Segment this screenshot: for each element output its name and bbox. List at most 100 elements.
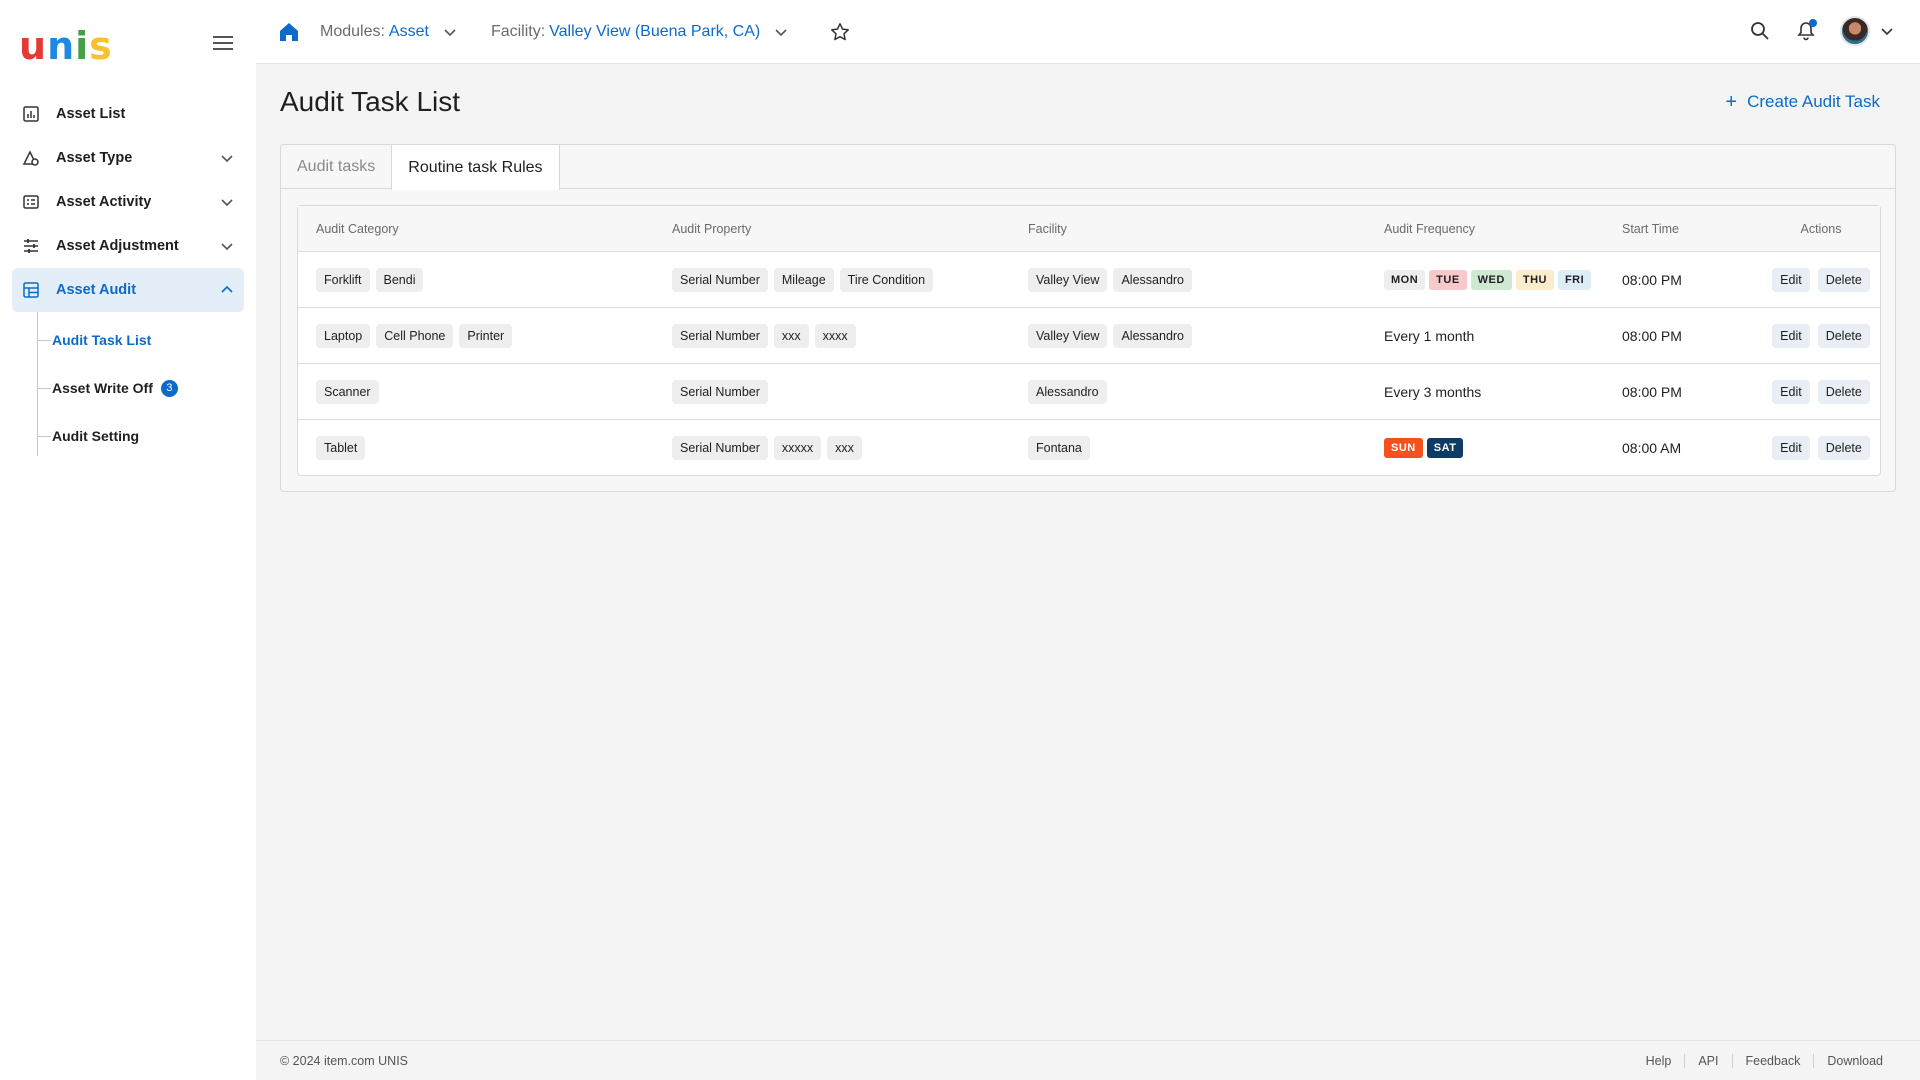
- chevron-up-icon[interactable]: [220, 283, 234, 297]
- facility-chip: Alessandro: [1113, 267, 1193, 292]
- edit-button[interactable]: Edit: [1772, 379, 1810, 404]
- home-icon[interactable]: [278, 21, 300, 43]
- facility-selector[interactable]: Facility: Valley View (Buena Park, CA): [491, 23, 788, 41]
- modules-selector[interactable]: Modules: Asset: [320, 23, 457, 41]
- actions-cell: Edit Delete: [1762, 267, 1880, 292]
- sidebar-item-label: Asset Audit: [56, 282, 137, 298]
- category-chip: Scanner: [316, 379, 379, 404]
- create-audit-task-button[interactable]: + Create Audit Task: [1725, 92, 1880, 112]
- property-chip: xxxx: [814, 323, 856, 348]
- sidebar-subitem-label: Audit Task List: [52, 332, 152, 348]
- logo-letter: i: [75, 24, 90, 68]
- content-panel: Audit tasks Routine task Rules Audit Cat…: [280, 144, 1896, 492]
- tab-audit-tasks[interactable]: Audit tasks: [281, 145, 391, 189]
- start-time: 08:00 AM: [1622, 439, 1682, 456]
- frequency-text: Every 3 months: [1384, 383, 1482, 400]
- category-chip: Bendi: [375, 267, 424, 292]
- property-chip: Serial Number: [672, 379, 768, 404]
- delete-button[interactable]: Delete: [1817, 379, 1870, 404]
- table-cell: Tablet: [298, 435, 654, 460]
- logo-letter: n: [47, 24, 76, 68]
- sidebar-item-asset-type[interactable]: Asset Type: [12, 136, 244, 180]
- unis-logo[interactable]: unis: [19, 26, 113, 66]
- footer-link-help[interactable]: Help: [1633, 1054, 1685, 1068]
- plus-icon: +: [1725, 91, 1738, 113]
- edit-button[interactable]: Edit: [1772, 323, 1810, 348]
- weekday-tag: TUE: [1429, 269, 1467, 290]
- footer-link-api[interactable]: API: [1684, 1053, 1731, 1068]
- table-cell: Scanner: [298, 379, 654, 404]
- sidebar-item-label: Asset Type: [56, 150, 133, 166]
- logo-letter: s: [89, 24, 113, 68]
- frequency-text: Every 1 month: [1384, 327, 1475, 344]
- sidebar-subitem-audit-task-list[interactable]: Audit Task List: [26, 316, 244, 364]
- frequency-cell: Every 3 months: [1366, 384, 1622, 400]
- property-chip: Serial Number: [672, 323, 768, 348]
- sidebar-subitem-audit-setting[interactable]: Audit Setting: [26, 412, 244, 460]
- sidebar-item-label: Asset Adjustment: [56, 238, 179, 254]
- table-cell: Fontana: [1010, 435, 1366, 460]
- modules-value: Asset: [388, 22, 429, 40]
- top-bar: Modules: Asset Facility: Valley View (Bu…: [256, 0, 1920, 64]
- start-time: 08:00 PM: [1622, 383, 1682, 400]
- facility-chip: Alessandro: [1028, 379, 1107, 404]
- table-cell: Serial Number xxxxx xxx: [654, 435, 1010, 460]
- sidebar: unis Asset List Asset Type Asset Activit…: [0, 0, 256, 1080]
- weekday-tag: WED: [1470, 269, 1512, 290]
- footer-link-feedback[interactable]: Feedback: [1731, 1053, 1814, 1068]
- edit-button[interactable]: Edit: [1772, 435, 1810, 460]
- sidebar-subitem-label: Audit Setting: [52, 428, 140, 444]
- edit-button[interactable]: Edit: [1772, 267, 1810, 292]
- footer-links: Help API Feedback Download: [1633, 1053, 1896, 1068]
- delete-button[interactable]: Delete: [1817, 323, 1870, 348]
- property-chip: xxxxx: [773, 435, 822, 460]
- copyright-text: © 2024 item.com UNIS: [280, 1053, 409, 1068]
- facility-chip: Valley View: [1028, 267, 1108, 292]
- table-cell: Serial Number: [654, 379, 1010, 404]
- chevron-down-icon[interactable]: [220, 151, 234, 165]
- notification-bell[interactable]: [1796, 19, 1817, 41]
- star-icon[interactable]: [830, 22, 850, 42]
- category-chip: Cell Phone: [376, 323, 454, 348]
- table-header: Audit Category Audit Property Facility A…: [298, 206, 1880, 252]
- sidebar-item-asset-audit[interactable]: Asset Audit: [12, 268, 244, 312]
- sidebar-item-asset-adjustment[interactable]: Asset Adjustment: [12, 224, 244, 268]
- actions-cell: Edit Delete: [1762, 323, 1880, 348]
- column-header: Audit Category: [316, 221, 399, 236]
- footer-link-download[interactable]: Download: [1813, 1053, 1896, 1068]
- routine-rules-table: Audit Category Audit Property Facility A…: [297, 205, 1881, 476]
- weekday-tag: SAT: [1426, 437, 1464, 458]
- tab-bar: Audit tasks Routine task Rules: [281, 145, 1895, 190]
- table-cell: Alessandro: [1010, 379, 1366, 404]
- column-header: Actions: [1800, 221, 1842, 236]
- search-icon[interactable]: [1750, 21, 1770, 41]
- table-body: Forklift Bendi Serial Number Mileage Tire Co…: [298, 252, 1880, 475]
- delete-button[interactable]: Delete: [1817, 267, 1870, 292]
- sliders-icon: [22, 237, 40, 255]
- actions-cell: Edit Delete: [1762, 435, 1880, 460]
- menu-toggle-icon[interactable]: [213, 36, 233, 52]
- sidebar-item-asset-activity[interactable]: Asset Activity: [12, 180, 244, 224]
- property-chip: Serial Number: [672, 435, 768, 460]
- facility-chip: Valley View: [1028, 323, 1108, 348]
- frequency-cell: MON TUE WED THU FRI: [1366, 269, 1622, 290]
- table-cell: Laptop Cell Phone Printer: [298, 323, 654, 348]
- table-cell: Serial Number xxx xxxx: [654, 323, 1010, 348]
- category-chip: Laptop: [316, 323, 371, 348]
- property-chip: xxx: [773, 323, 809, 348]
- facility-chip: Alessandro: [1113, 323, 1193, 348]
- modules-label: Modules:: [320, 22, 385, 40]
- chevron-down-icon[interactable]: [220, 195, 234, 209]
- avatar[interactable]: [1840, 16, 1870, 46]
- sidebar-item-label: Asset List: [56, 106, 126, 122]
- delete-button[interactable]: Delete: [1817, 435, 1870, 460]
- table-cell: Serial Number Mileage Tire Condition: [654, 267, 1010, 292]
- tab-routine-task-rules[interactable]: Routine task Rules: [391, 145, 560, 190]
- page-title: Audit Task List: [280, 86, 461, 117]
- chevron-down-icon[interactable]: [1880, 24, 1894, 38]
- sidebar-item-asset-list[interactable]: Asset List: [12, 92, 244, 136]
- sidebar-subitem-asset-write-off[interactable]: Asset Write Off 3: [26, 364, 244, 412]
- chevron-down-icon[interactable]: [220, 239, 234, 253]
- weekday-tag: MON: [1384, 269, 1426, 290]
- table-row: Laptop Cell Phone Printer Serial Number xxx x…: [298, 308, 1880, 364]
